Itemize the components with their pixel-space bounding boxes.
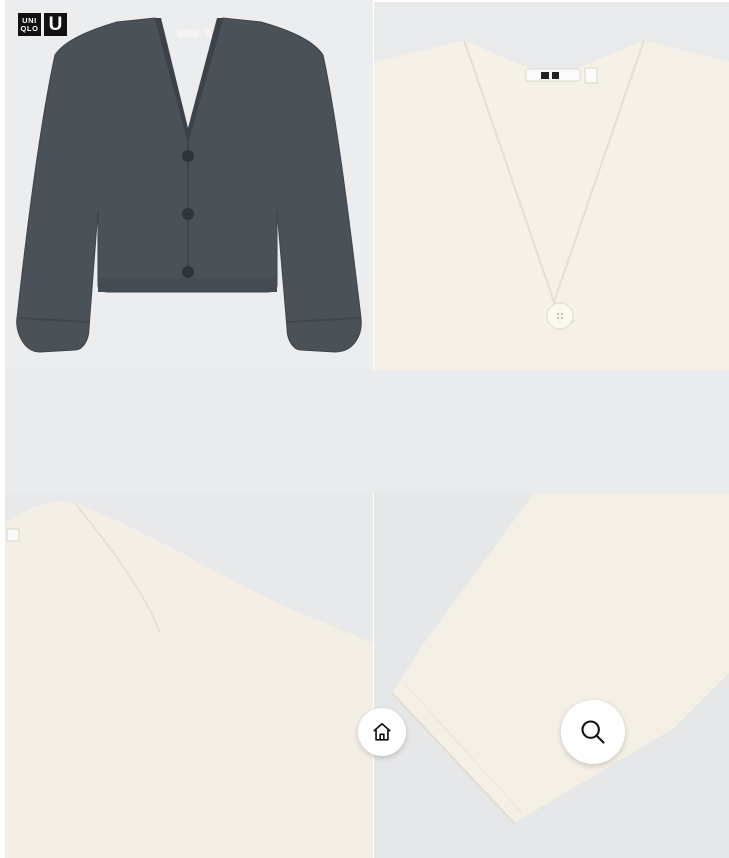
sleeve-closeup-illustration: [391, 493, 729, 824]
product-image-2[interactable]: [374, 2, 729, 370]
gallery-spacer: [5, 370, 729, 493]
shoulder-closeup-illustration: [5, 501, 373, 858]
collar-closeup-illustration: [374, 39, 729, 370]
product-image-4[interactable]: [374, 493, 729, 858]
home-button[interactable]: [358, 708, 406, 756]
home-icon: [373, 722, 391, 741]
uniqlo-logo: UNI QLO: [18, 13, 41, 36]
product-image-1[interactable]: UNI QLO U: [5, 0, 373, 370]
product-image-3[interactable]: [5, 493, 373, 858]
dark-cardigan-illustration: [16, 17, 362, 353]
search-button[interactable]: [561, 700, 625, 764]
u-logo: U: [44, 13, 67, 36]
search-icon: [581, 720, 605, 744]
uniqlo-u-logo: UNI QLO U: [18, 13, 67, 36]
